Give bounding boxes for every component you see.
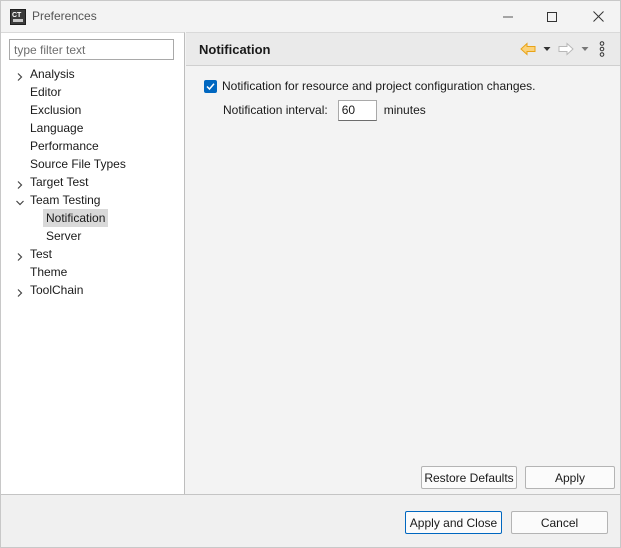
checkmark-icon (206, 82, 215, 90)
preference-navigation-panel: Analysis Editor Exclusion Language Performan… (1, 32, 185, 494)
apply-and-close-button[interactable]: Apply and Close (405, 511, 502, 534)
minimize-button[interactable] (485, 1, 531, 32)
tree-item-analysis[interactable]: Analysis (1, 65, 184, 83)
tree-item-label: Exclusion (30, 103, 82, 117)
notify-checkbox-label: Notification for resource and project co… (222, 79, 536, 93)
tree-item-label: ToolChain (30, 283, 84, 297)
filter-input[interactable] (9, 39, 174, 60)
close-icon (592, 11, 604, 22)
tree-item-label: Server (46, 229, 82, 243)
chevron-right-icon[interactable] (15, 69, 25, 81)
dialog-button-bar: Apply and Close Cancel (1, 494, 620, 547)
close-button[interactable] (575, 1, 621, 32)
notify-checkbox[interactable] (204, 79, 217, 93)
tree-item-label: Target Test (30, 175, 89, 189)
preference-page: Notification Notification for resource a… (186, 32, 620, 494)
dropdown-caret-icon[interactable] (581, 42, 589, 56)
tree-item-label: Language (30, 121, 84, 135)
app-logo-icon: CT (10, 9, 26, 25)
maximize-button[interactable] (529, 1, 575, 32)
apply-button[interactable]: Apply (525, 466, 615, 489)
restore-defaults-button[interactable]: Restore Defaults (421, 466, 517, 489)
tree-item-label: Performance (30, 139, 99, 153)
tree-item-target-test[interactable]: Target Test (1, 173, 184, 191)
back-arrow-icon[interactable] (520, 42, 536, 56)
tree-item-label: Editor (30, 85, 62, 99)
tree-item-language[interactable]: Language (1, 119, 184, 137)
notify-option-row: Notification for resource and project co… (204, 78, 536, 94)
tree-item-server[interactable]: Server (1, 227, 184, 245)
preference-tree: Analysis Editor Exclusion Language Performan… (1, 65, 184, 299)
tree-item-label: Theme (30, 265, 68, 279)
chevron-right-icon[interactable] (15, 249, 25, 261)
tree-item-editor[interactable]: Editor (1, 83, 184, 101)
forward-arrow-icon[interactable] (558, 42, 574, 56)
tree-item-theme[interactable]: Theme (1, 263, 184, 281)
chevron-down-icon[interactable] (15, 195, 25, 206)
tree-item-exclusion[interactable]: Exclusion (1, 101, 184, 119)
title-bar: CT Preferences (1, 1, 620, 32)
tree-item-test[interactable]: Test (1, 245, 184, 263)
tree-item-team-testing[interactable]: Team Testing (1, 191, 184, 209)
interval-label: Notification interval: (223, 103, 328, 117)
tree-item-label: Notification (43, 209, 109, 227)
interval-input[interactable] (337, 99, 377, 121)
tree-item-toolchain[interactable]: ToolChain (1, 281, 184, 299)
maximize-icon (547, 11, 557, 22)
tree-item-label: Source File Types (30, 157, 126, 171)
window-title: Preferences (32, 9, 97, 23)
chevron-right-icon[interactable] (15, 177, 25, 189)
tree-item-source-file-types[interactable]: Source File Types (1, 155, 184, 173)
tree-item-notification[interactable]: Notification (1, 209, 184, 227)
view-menu-icon[interactable] (599, 41, 605, 57)
interval-unit-label: minutes (383, 103, 426, 117)
preferences-window: CT Preferences Analysis Editor Exclusion La… (0, 0, 621, 548)
tree-item-label: Team Testing (30, 193, 101, 207)
minimize-icon (503, 16, 513, 17)
cancel-button[interactable]: Cancel (511, 511, 608, 534)
svg-text:CT: CT (12, 12, 22, 19)
interval-row: Notification interval: minutes (223, 99, 426, 121)
page-title: Notification (199, 42, 271, 57)
chevron-right-icon[interactable] (15, 285, 25, 297)
tree-item-label: Analysis (30, 67, 75, 81)
page-header: Notification (186, 33, 620, 66)
tree-item-label: Test (30, 247, 53, 261)
tree-item-performance[interactable]: Performance (1, 137, 184, 155)
dropdown-caret-icon[interactable] (543, 42, 551, 56)
